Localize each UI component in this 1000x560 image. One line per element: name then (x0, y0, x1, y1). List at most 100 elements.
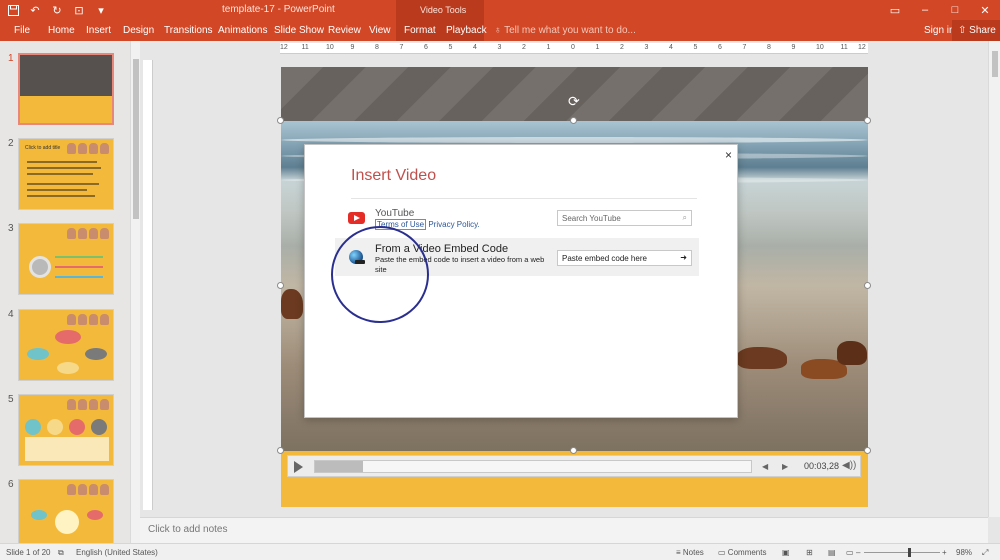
share-button[interactable]: ⇧ Share (952, 20, 1000, 41)
youtube-label: YouTube (375, 208, 415, 219)
ruler-number: 8 (375, 44, 379, 51)
slide-number: 5 (8, 394, 14, 405)
tell-me-search[interactable]: ♁ Tell me what you want to do... (494, 25, 636, 36)
ruler-number: 6 (718, 44, 722, 51)
thumbnail-title: Click to add title (25, 145, 61, 151)
status-bar: Slide 1 of 20 ⧉ English (United States) … (0, 543, 1000, 560)
window-title: template-17 - PowerPoint (222, 4, 335, 15)
title-bar: ↶ ↻ ⊡ ▾ template-17 - PowerPoint Video T… (0, 0, 1000, 20)
search-icon[interactable]: ⌕ (683, 213, 687, 223)
notes-toggle[interactable]: ≡ Notes (676, 548, 704, 557)
resize-handle[interactable] (277, 117, 284, 124)
tab-view[interactable]: View (369, 25, 391, 36)
dialog-divider (351, 198, 697, 199)
sign-in-link[interactable]: Sign in (924, 25, 955, 36)
ruler-number: 3 (644, 44, 649, 51)
resize-handle[interactable] (277, 447, 284, 454)
normal-view-icon[interactable]: ▣ (782, 548, 790, 557)
resize-handle[interactable] (864, 447, 871, 454)
slide-thumbnail-4[interactable] (18, 309, 114, 381)
ruler-number: 2 (620, 44, 624, 51)
tab-format[interactable]: Format (404, 25, 436, 36)
tab-home[interactable]: Home (48, 25, 75, 36)
spell-check-icon[interactable]: ⧉ (58, 548, 64, 558)
context-tab-group: Video Tools (396, 0, 484, 20)
step-forward-icon[interactable]: ▶ (782, 462, 788, 471)
slide-thumbnail-panel: 1 2 Click to add title 3 4 5 6 (0, 41, 130, 543)
ruler-number: 2 (522, 44, 526, 51)
minimize-icon[interactable]: – (910, 0, 940, 20)
video-progress-track[interactable] (314, 460, 752, 473)
ruler-number: 4 (669, 44, 673, 51)
slide-thumbnail-5[interactable] (18, 394, 114, 466)
privacy-policy-link[interactable]: Privacy Policy. (426, 220, 479, 229)
tab-design[interactable]: Design (123, 25, 154, 36)
tab-playback[interactable]: Playback (446, 25, 487, 36)
slide-scrollbar[interactable] (988, 41, 1000, 517)
language-indicator[interactable]: English (United States) (76, 548, 158, 557)
youtube-search-input[interactable]: Search YouTube ⌕ (557, 210, 692, 226)
slide-thumbnail-1[interactable] (18, 53, 114, 125)
redo-icon[interactable]: ↻ (48, 2, 66, 18)
rotate-handle-icon[interactable]: ⟳ (568, 93, 580, 110)
zoom-level[interactable]: 98% (956, 548, 972, 557)
slide-thumbnail-3[interactable] (18, 223, 114, 295)
slide-number: 2 (8, 138, 14, 149)
slide-sorter-icon[interactable]: ⊞ (806, 548, 813, 557)
resize-handle[interactable] (864, 282, 871, 289)
ruler-number: 5 (448, 44, 453, 51)
embed-code-input[interactable]: Paste embed code here ➜ (557, 250, 692, 266)
youtube-icon (348, 212, 365, 224)
slide-show-icon[interactable]: ▭ (846, 548, 854, 557)
ruler-number: 10 (816, 44, 824, 51)
step-back-icon[interactable]: ◀ (762, 462, 768, 471)
undo-icon[interactable]: ↶ (26, 2, 44, 18)
notes-placeholder: Click to add notes (148, 524, 228, 535)
notes-pane[interactable]: Click to add notes (140, 517, 988, 543)
resize-handle[interactable] (864, 117, 871, 124)
tab-review[interactable]: Review (328, 25, 361, 36)
volume-icon[interactable]: ◀)) (842, 460, 856, 471)
zoom-slider[interactable] (864, 548, 940, 557)
ruler-number: 7 (742, 44, 747, 51)
reading-view-icon[interactable]: ▤ (828, 548, 836, 557)
play-icon[interactable] (294, 461, 303, 473)
quick-access-toolbar: ↶ ↻ ⊡ ▾ (4, 2, 110, 18)
share-label: Share (969, 25, 996, 36)
tell-me-text: Tell me what you want to do... (504, 25, 636, 36)
slide-thumbnail-6[interactable] (18, 479, 114, 543)
notes-label: Notes (682, 548, 704, 557)
zoom-in-icon[interactable]: + (942, 548, 947, 557)
tab-insert[interactable]: Insert (86, 25, 111, 36)
tab-file[interactable]: File (14, 25, 30, 36)
tab-transitions[interactable]: Transitions (164, 25, 213, 36)
insert-arrow-icon[interactable]: ➜ (680, 253, 687, 262)
ruler-number: 11 (840, 44, 848, 51)
ruler-number: 9 (791, 44, 796, 51)
ribbon-display-options-icon[interactable]: ▭ (880, 0, 910, 20)
ruler-number: 3 (497, 44, 502, 51)
slide-count: Slide 1 of 20 (6, 548, 51, 557)
dialog-close-button[interactable]: × (725, 148, 732, 162)
slide-number: 3 (8, 223, 14, 234)
close-icon[interactable]: ✕ (970, 0, 1000, 20)
maximize-icon[interactable]: □ (940, 0, 970, 20)
customize-qat-icon[interactable]: ▾ (92, 2, 110, 18)
ruler-number: 9 (350, 44, 355, 51)
dialog-title: Insert Video (351, 167, 437, 184)
start-from-beginning-icon[interactable]: ⊡ (70, 2, 88, 18)
notes-icon: ≡ (676, 548, 681, 557)
resize-handle[interactable] (277, 282, 284, 289)
tab-slide-show[interactable]: Slide Show (274, 25, 324, 36)
resize-handle[interactable] (570, 117, 577, 124)
thumbnail-scrollbar[interactable] (130, 41, 140, 543)
tab-animations[interactable]: Animations (218, 25, 267, 36)
slide-thumbnail-2[interactable]: Click to add title (18, 138, 114, 210)
fit-slide-icon[interactable]: ⤢ (982, 548, 988, 558)
share-icon: ⇧ (958, 25, 967, 36)
save-icon[interactable] (4, 2, 22, 18)
zoom-out-icon[interactable]: – (856, 548, 860, 557)
resize-handle[interactable] (570, 447, 577, 454)
comments-toggle[interactable]: ▭ Comments (718, 548, 766, 557)
context-group-label: Video Tools (420, 5, 467, 15)
